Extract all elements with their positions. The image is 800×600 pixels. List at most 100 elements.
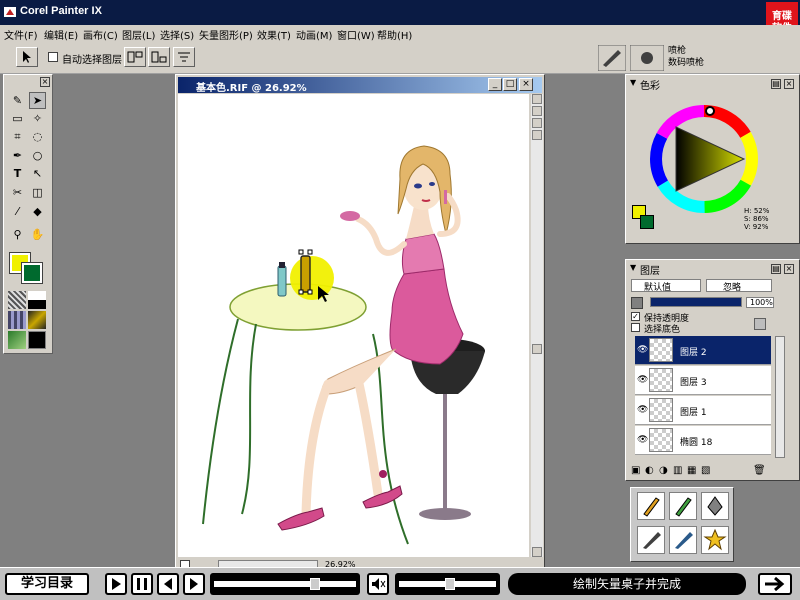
layers-panel-header[interactable]: ▼ 图层 ▤ ×	[628, 262, 797, 277]
close-icon[interactable]: ×	[784, 79, 794, 89]
pattern-selector-icon[interactable]	[8, 311, 26, 329]
canvas[interactable]	[178, 94, 529, 557]
visibility-eye-icon[interactable]: 👁	[637, 405, 648, 415]
look-selector-icon[interactable]	[28, 331, 46, 349]
move-down-button[interactable]	[124, 47, 146, 67]
menu-select[interactable]: 选择(S)	[160, 27, 194, 42]
dropper-icon[interactable]: ⁄	[9, 203, 26, 220]
auto-select-layer-checkbox[interactable]	[48, 52, 58, 62]
opacity-field[interactable]: 100%	[746, 297, 774, 308]
magnifier-icon[interactable]: ⚲	[9, 226, 26, 243]
opacity-slider[interactable]	[650, 297, 742, 307]
marker-icon[interactable]	[669, 492, 697, 520]
nozzle-selector-icon[interactable]	[8, 331, 26, 349]
paint-bucket-icon[interactable]: ◆	[29, 203, 46, 220]
pause-icon[interactable]	[131, 573, 153, 595]
maximize-icon[interactable]: □	[503, 78, 517, 91]
menu-canvas[interactable]: 画布(C)	[83, 27, 118, 42]
tracing-toggle-icon[interactable]	[532, 118, 542, 128]
menu-window[interactable]: 窗口(W)	[337, 27, 375, 42]
paper-color-chip[interactable]	[640, 215, 654, 229]
layer-row-oval18[interactable]: 👁 椭圆 18	[635, 426, 771, 455]
pencil-icon[interactable]	[637, 492, 665, 520]
panel-menu-icon[interactable]: ▤	[771, 79, 781, 89]
magic-wand-icon[interactable]: ✧	[29, 110, 46, 127]
menu-edit[interactable]: 编辑(E)	[44, 27, 78, 42]
menu-layers[interactable]: 图层(L)	[122, 27, 155, 42]
vertical-scrollbar[interactable]	[531, 94, 543, 557]
visibility-eye-icon[interactable]: 👁	[637, 345, 648, 355]
layer-mask-icon[interactable]	[631, 297, 643, 309]
shape-select-icon[interactable]: ↖	[29, 165, 46, 182]
gradient-selector-icon[interactable]	[28, 291, 46, 309]
hue-ring[interactable]	[648, 103, 760, 215]
rect-select-icon[interactable]: ▭	[9, 110, 26, 127]
airbrush-icon[interactable]	[637, 526, 665, 554]
layer-row-layer2[interactable]: 👁 图层 2	[635, 336, 771, 365]
new-layer-icon[interactable]: ▥	[673, 465, 682, 476]
lasso-icon[interactable]: ◌	[29, 128, 46, 145]
scroll-down-icon[interactable]	[532, 547, 542, 557]
lock-icon[interactable]	[754, 318, 766, 330]
mask-icon[interactable]: ◑	[659, 465, 668, 476]
layer-row-layer1[interactable]: 👁 图层 1	[635, 396, 771, 425]
group-icon[interactable]: ▦	[687, 465, 696, 476]
visibility-eye-icon[interactable]: 👁	[637, 435, 648, 445]
menu-movie[interactable]: 动画(M)	[296, 27, 332, 42]
pen-nib-icon[interactable]	[701, 492, 729, 520]
forward-icon[interactable]	[183, 573, 205, 595]
close-icon[interactable]: ×	[40, 77, 50, 87]
additional-color-swatch[interactable]	[21, 262, 43, 284]
composite-method-select[interactable]: 默认值	[631, 279, 701, 293]
scroll-up-icon[interactable]	[532, 94, 542, 104]
volume-thumb[interactable]	[445, 578, 455, 590]
menu-file[interactable]: 文件(F)	[4, 27, 38, 42]
hue-indicator[interactable]	[705, 106, 715, 116]
brush-variant-dab-icon[interactable]	[630, 45, 664, 71]
brush-tool-icon[interactable]: ✎	[9, 92, 26, 109]
pen-tool-icon[interactable]: ✒	[9, 147, 26, 164]
learning-menu-button[interactable]: 学习目录	[5, 573, 89, 595]
progress-track[interactable]	[210, 573, 360, 595]
trash-icon[interactable]: 🗑	[753, 465, 766, 476]
grabber-hand-icon[interactable]: ✋	[29, 226, 46, 243]
next-arrow-icon[interactable]	[758, 573, 792, 595]
collapse-triangle-icon[interactable]: ▼	[630, 78, 636, 87]
rewind-icon[interactable]	[157, 573, 179, 595]
paper-selector-icon[interactable]	[8, 291, 26, 309]
color-panel-header[interactable]: ▼ 色彩 ▤ ×	[628, 77, 797, 92]
blender-icon[interactable]	[669, 526, 697, 554]
text-tool-icon[interactable]: T	[9, 165, 26, 182]
crop-tool-icon[interactable]: ⌗	[9, 128, 26, 145]
brush-info[interactable]: 喷枪 数码喷枪	[668, 45, 704, 69]
brush-selector-icon[interactable]	[598, 45, 626, 71]
eraser-icon[interactable]: ◫	[29, 184, 46, 201]
move-to-top-button[interactable]	[173, 47, 195, 67]
pick-up-color-checkbox[interactable]	[631, 323, 640, 332]
close-icon[interactable]: ×	[519, 78, 533, 91]
volume-track[interactable]	[395, 573, 500, 595]
collapse-triangle-icon[interactable]: ▼	[630, 263, 636, 272]
layer-adjuster-button[interactable]	[16, 47, 38, 67]
layer-options-icon[interactable]: ▧	[701, 465, 710, 476]
cloner-icon[interactable]: ✂	[9, 184, 26, 201]
dynamic-plugins-icon[interactable]: ◐	[645, 465, 654, 476]
preserve-transparency-checkbox[interactable]: ✓	[631, 312, 640, 321]
visibility-eye-icon[interactable]: 👁	[637, 375, 648, 385]
volume-icon[interactable]	[367, 573, 389, 595]
layer-scrollbar[interactable]	[775, 336, 785, 458]
oval-shape-icon[interactable]: ○	[29, 147, 46, 164]
move-up-button[interactable]	[148, 47, 170, 67]
play-icon[interactable]	[105, 573, 127, 595]
menu-shapes[interactable]: 矢量图形(P)	[199, 27, 253, 42]
grid-toggle-icon[interactable]	[532, 106, 542, 116]
weaving-selector-icon[interactable]	[28, 311, 46, 329]
menu-help[interactable]: 帮助(H)	[377, 27, 412, 42]
layer-commands-icon[interactable]: ▣	[631, 465, 640, 476]
preset-select[interactable]: 忽略	[706, 279, 772, 293]
scroll-thumb[interactable]	[532, 344, 542, 354]
color-management-icon[interactable]	[532, 130, 542, 140]
menu-effects[interactable]: 效果(T)	[257, 27, 291, 42]
close-icon[interactable]: ×	[784, 264, 794, 274]
panel-menu-icon[interactable]: ▤	[771, 264, 781, 274]
